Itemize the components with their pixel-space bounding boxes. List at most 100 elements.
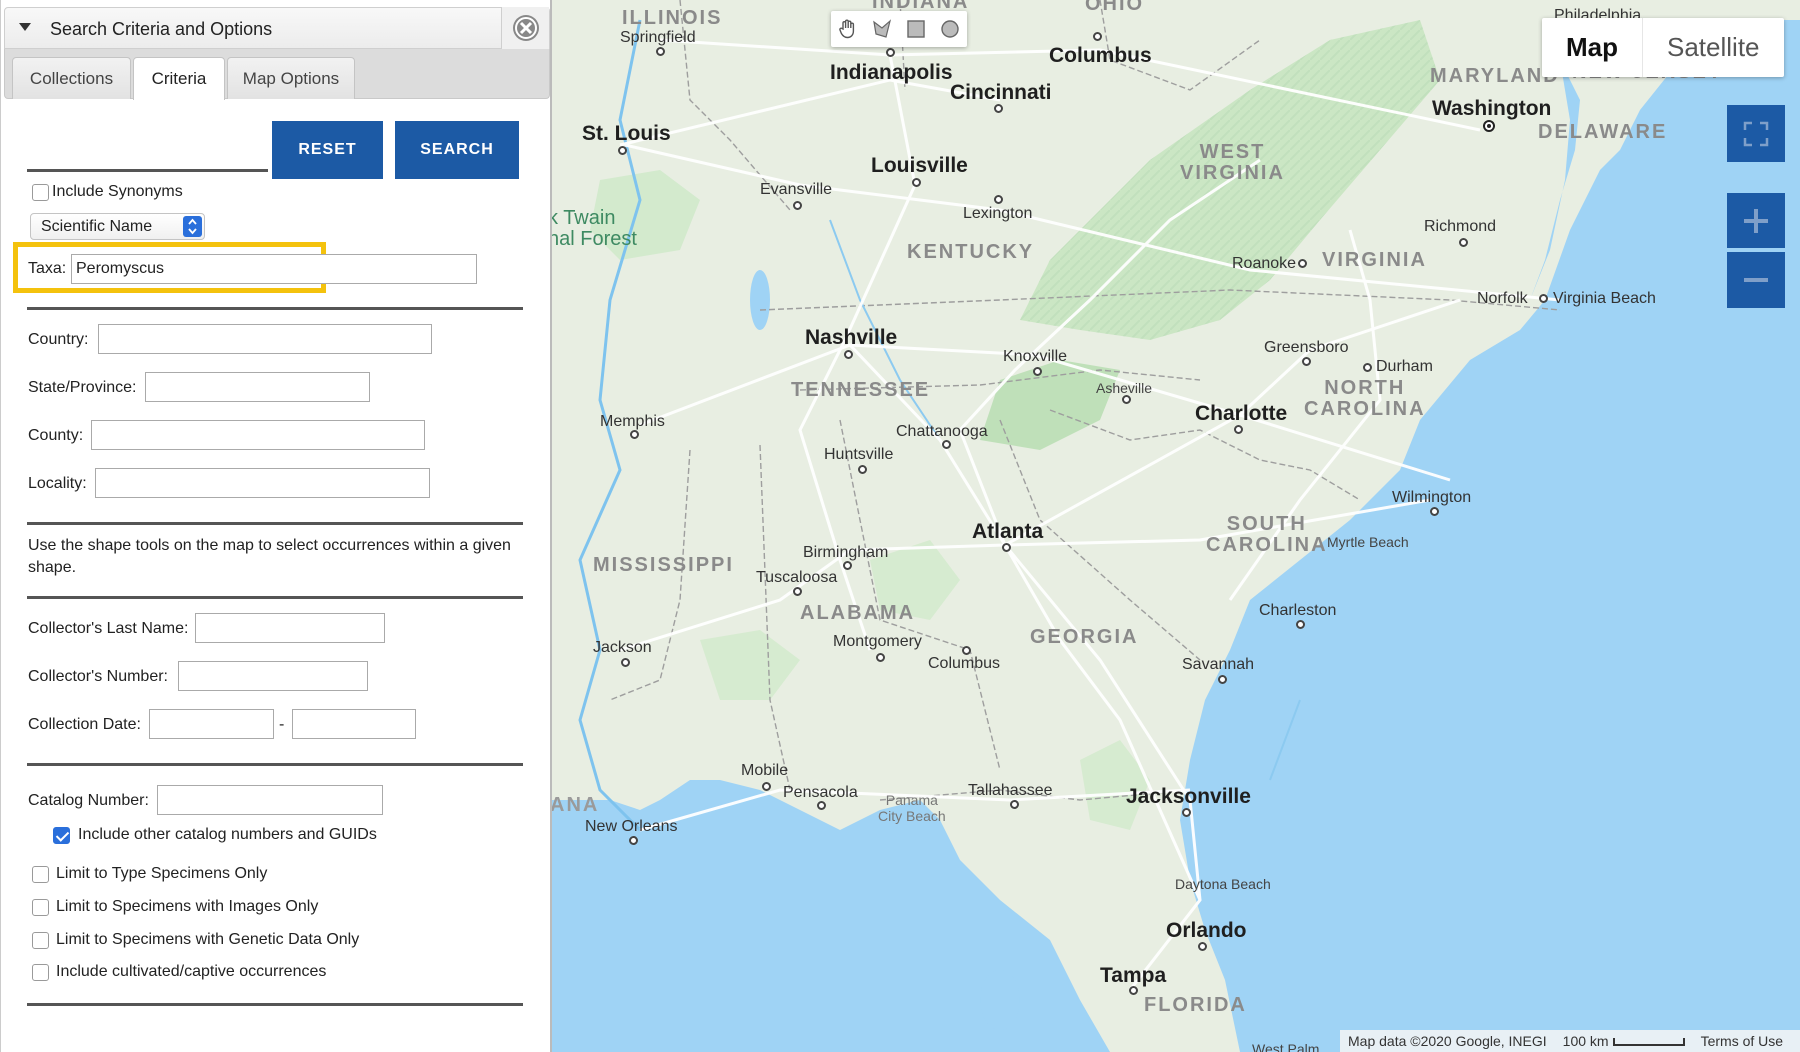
city-marker xyxy=(793,201,802,210)
city-marker xyxy=(1122,395,1131,404)
locality-input[interactable] xyxy=(95,468,430,498)
city-marker xyxy=(618,146,627,155)
city-marker xyxy=(1198,942,1207,951)
state-label-virginia: VIRGINIA xyxy=(1322,249,1427,271)
limit-genetic-label: Limit to Specimens with Genetic Data Onl… xyxy=(56,931,360,948)
city-label-atlanta: Atlanta xyxy=(972,520,1044,543)
divider xyxy=(27,1003,523,1006)
county-label: County: xyxy=(28,427,84,444)
divider xyxy=(27,522,523,525)
include-synonyms-label: Include Synonyms xyxy=(52,183,183,200)
city-label-washington: Washington xyxy=(1432,97,1552,120)
polygon-tool-icon[interactable] xyxy=(865,11,899,47)
state-label-louisiana-partial: ANA xyxy=(550,794,600,816)
close-button[interactable] xyxy=(501,7,549,49)
city-marker xyxy=(1093,32,1102,41)
close-icon xyxy=(512,15,539,41)
reset-button[interactable]: RESET xyxy=(272,121,383,179)
zoom-out-button[interactable] xyxy=(1727,252,1785,308)
capital-marker xyxy=(1483,120,1495,132)
city-label-huntsville: Huntsville xyxy=(824,446,894,463)
limit-type-specimens-label: Limit to Type Specimens Only xyxy=(56,865,268,882)
collector-last-name-input[interactable] xyxy=(195,613,385,643)
limit-type-specimens-checkbox[interactable] xyxy=(32,866,49,883)
rectangle-tool-icon[interactable] xyxy=(899,11,933,47)
catalog-number-label: Catalog Number: xyxy=(28,792,149,809)
state-label-florida: FLORIDA xyxy=(1144,994,1247,1016)
county-input[interactable] xyxy=(91,420,425,450)
include-cultivated-checkbox[interactable] xyxy=(32,964,49,981)
city-label-roanoke: Roanoke xyxy=(1232,255,1297,272)
state-label-alabama: ALABAMA xyxy=(800,602,916,624)
collector-number-input[interactable] xyxy=(178,661,368,691)
collapse-triangle-icon[interactable] xyxy=(19,23,31,31)
state-label-tennessee: TENNESSEE xyxy=(791,379,931,401)
city-label-louisville: Louisville xyxy=(871,154,968,177)
collection-date-end-input[interactable] xyxy=(292,709,416,739)
taxon-type-select[interactable]: Scientific Name xyxy=(30,213,205,240)
map-type-map-button[interactable]: Map xyxy=(1542,18,1643,77)
taxa-input[interactable] xyxy=(71,254,477,284)
city-label-montgomery: Montgomery xyxy=(833,633,922,650)
city-marker xyxy=(962,646,971,655)
city-marker xyxy=(1218,675,1227,684)
include-cultivated-label: Include cultivated/captive occurrences xyxy=(56,963,327,980)
fullscreen-button[interactable] xyxy=(1727,105,1785,162)
city-label-birmingham: Birmingham xyxy=(803,544,889,561)
city-label-jacksonville: Jacksonville xyxy=(1126,785,1251,808)
catalog-number-input[interactable] xyxy=(157,785,383,815)
include-other-catalog-checkbox[interactable] xyxy=(53,827,70,844)
map-attribution: Map data ©2020 Google, INEGI xyxy=(1348,1033,1547,1049)
city-label-norfolk: Norfolk xyxy=(1477,290,1528,307)
collector-number-label: Collector's Number: xyxy=(28,668,168,685)
city-label-charleston: Charleston xyxy=(1259,602,1337,619)
terms-of-use-link[interactable]: Terms of Use xyxy=(1693,1033,1791,1049)
include-synonyms-checkbox[interactable] xyxy=(32,184,49,201)
tab-map-options[interactable]: Map Options xyxy=(227,57,355,99)
date-range-separator: - xyxy=(279,716,285,733)
search-button[interactable]: SEARCH xyxy=(395,121,519,179)
city-marker xyxy=(1298,259,1307,268)
divider xyxy=(27,596,523,599)
limit-images-label: Limit to Specimens with Images Only xyxy=(56,898,319,915)
park-label-mark-twain: k Twain nal Forest xyxy=(548,207,637,250)
tab-collections[interactable]: Collections xyxy=(12,57,131,99)
taxa-label: Taxa: xyxy=(28,260,67,277)
city-marker xyxy=(844,350,853,359)
map-footer: Map data ©2020 Google, INEGI 100 km Term… xyxy=(1340,1030,1800,1052)
city-label-cincinnati: Cincinnati xyxy=(950,81,1052,104)
limit-images-checkbox[interactable] xyxy=(32,899,49,916)
city-label-new-orleans: New Orleans xyxy=(585,818,678,835)
collection-date-start-input[interactable] xyxy=(149,709,274,739)
city-label-richmond: Richmond xyxy=(1424,218,1497,235)
city-label-mobile: Mobile xyxy=(741,762,789,779)
state-label-georgia: GEORGIA xyxy=(1030,626,1139,648)
city-label-st-louis: St. Louis xyxy=(582,122,671,145)
city-label-myrtle-beach: Myrtle Beach xyxy=(1327,534,1409,550)
tab-criteria[interactable]: Criteria xyxy=(133,57,225,100)
collection-date-label: Collection Date: xyxy=(28,716,141,733)
map-scale-label: 100 km xyxy=(1562,1033,1609,1049)
divider xyxy=(27,307,523,310)
map-scale: 100 km xyxy=(1555,1033,1693,1049)
city-marker xyxy=(629,836,638,845)
country-input[interactable] xyxy=(98,324,432,354)
limit-genetic-checkbox[interactable] xyxy=(32,932,49,949)
pan-hand-icon[interactable] xyxy=(831,11,865,47)
state-province-input[interactable] xyxy=(145,372,370,402)
include-other-catalog-label: Include other catalog numbers and GUIDs xyxy=(78,826,377,843)
zoom-in-button[interactable] xyxy=(1727,193,1785,248)
circle-tool-icon[interactable] xyxy=(933,11,967,47)
city-label-chattanooga: Chattanooga xyxy=(896,423,988,440)
panel-header[interactable]: Search Criteria and Options xyxy=(4,7,550,49)
map-type-satellite-button[interactable]: Satellite xyxy=(1643,18,1784,77)
state-label-ohio: OHIO xyxy=(1085,0,1145,15)
plus-icon xyxy=(1744,208,1768,233)
minus-icon xyxy=(1744,278,1768,282)
city-label-durham: Durham xyxy=(1376,358,1433,375)
city-label-lexington: Lexington xyxy=(963,205,1033,222)
state-label-west-virginia: WEST VIRGINIA xyxy=(1180,141,1285,184)
city-label-columbus-ga: Columbus xyxy=(928,655,1001,672)
city-marker xyxy=(942,440,951,449)
city-label-tallahassee: Tallahassee xyxy=(968,782,1053,799)
